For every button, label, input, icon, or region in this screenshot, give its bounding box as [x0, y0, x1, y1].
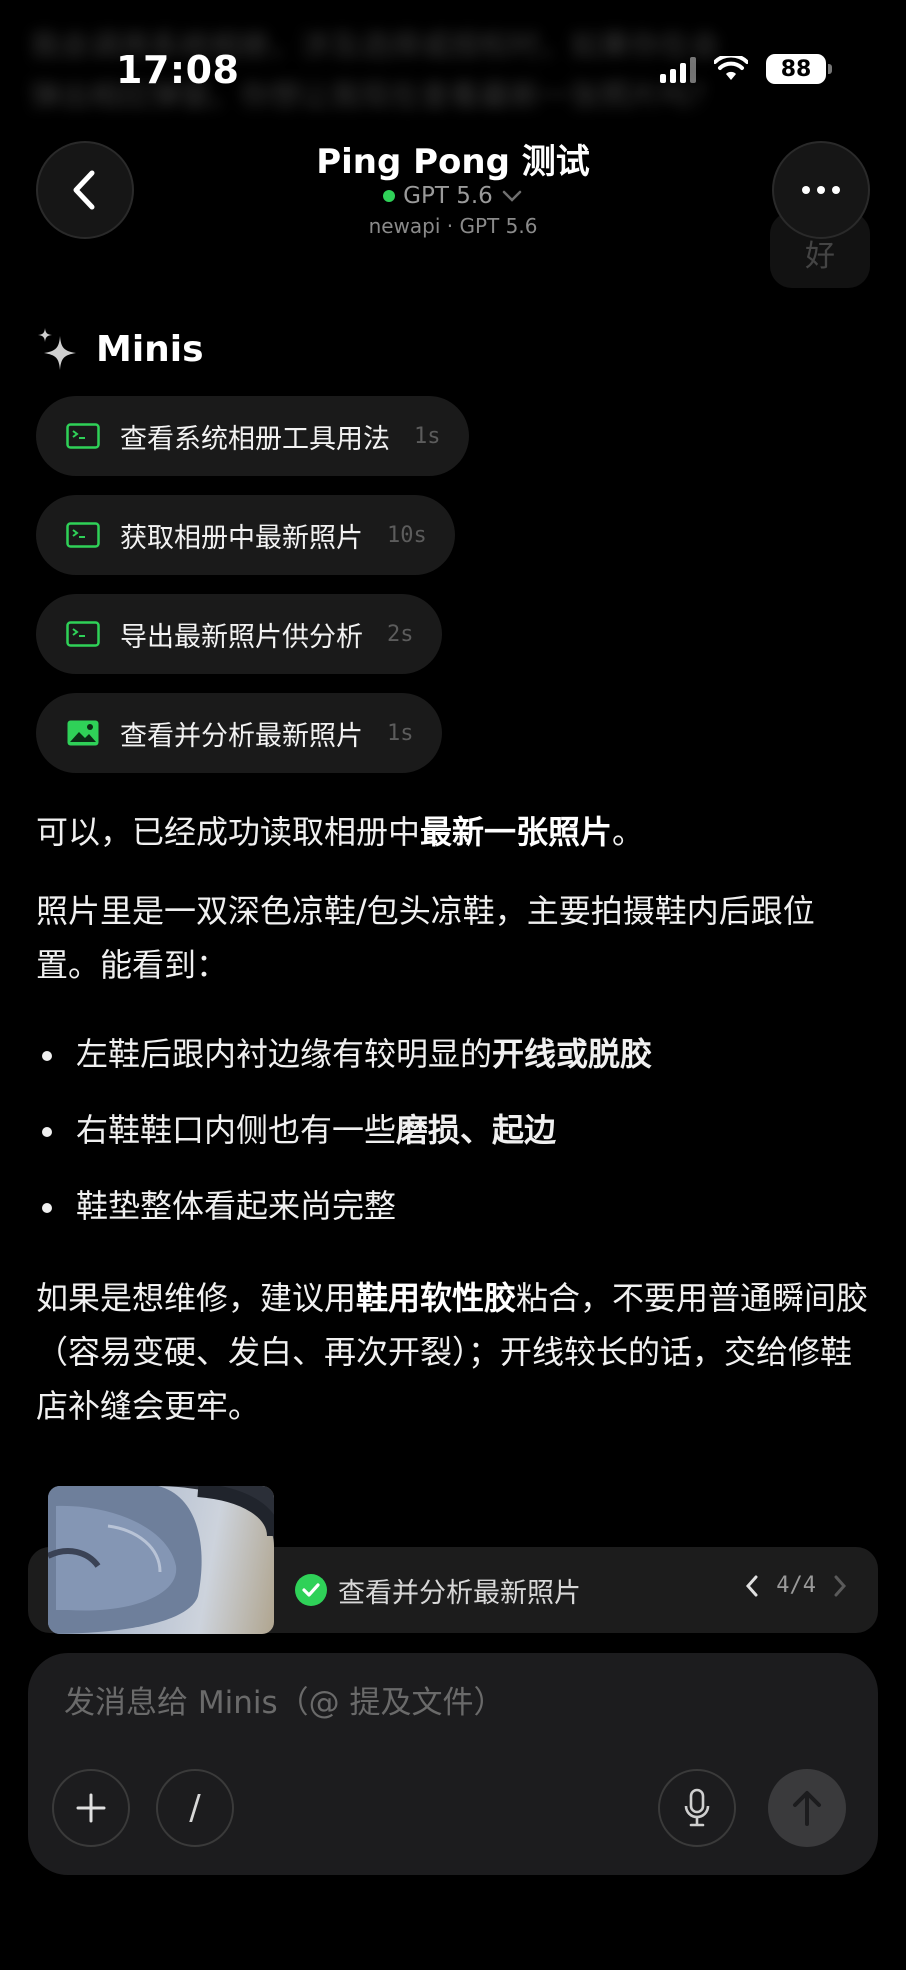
- tool-step-duration: 10s: [387, 522, 427, 548]
- list-item: 左鞋后跟内衬边缘有较明显的开线或脱胶: [36, 1027, 876, 1103]
- wifi-icon: [714, 56, 748, 80]
- model-name: GPT 5.6: [403, 183, 493, 209]
- text-span: 。: [612, 813, 645, 851]
- text-span: 可以，已经成功读取相册中: [36, 813, 421, 851]
- tool-step-label: 导出最新照片供分析: [120, 621, 363, 653]
- photo-thumbnail[interactable]: [48, 1486, 274, 1634]
- message-input[interactable]: [64, 1685, 824, 1721]
- chat-title: Ping Pong 测试: [316, 142, 590, 182]
- online-dot: [383, 190, 396, 202]
- terminal-icon: [66, 522, 100, 548]
- list-item: 鞋垫整体看起来尚完整: [36, 1179, 876, 1255]
- tool-step-duration: 1s: [414, 423, 441, 449]
- send-button[interactable]: [768, 1769, 846, 1847]
- battery-indicator: 88: [766, 54, 832, 84]
- bold-span: 开线或脱胶: [492, 1035, 653, 1073]
- ellipsis-icon: [802, 186, 840, 194]
- tool-step[interactable]: 获取相册中最新照片 10s: [36, 495, 455, 575]
- arrow-up-icon: [793, 1791, 821, 1826]
- chevron-right-icon[interactable]: [832, 1574, 848, 1598]
- terminal-icon: [66, 423, 100, 449]
- microphone-icon: [684, 1788, 710, 1827]
- text-span: 右鞋鞋口内侧也有一些: [76, 1111, 397, 1149]
- tool-step-label: 查看并分析最新照片: [120, 720, 363, 752]
- tool-step-label: 获取相册中最新照片: [120, 522, 363, 554]
- list-item: 右鞋鞋口内侧也有一些磨损、起边: [36, 1103, 876, 1179]
- check-circle-icon: [295, 1574, 327, 1606]
- status-time: 17:08: [116, 48, 240, 92]
- add-attachment-button[interactable]: [52, 1769, 130, 1847]
- status-bar: 17:08 88: [0, 0, 906, 140]
- message-composer: /: [28, 1653, 878, 1875]
- tool-step[interactable]: 查看并分析最新照片 1s: [36, 693, 442, 773]
- sparkle-icon: [38, 328, 76, 370]
- text-span: 鞋垫整体看起来尚完整: [76, 1187, 397, 1225]
- bold-span: 最新一张照片: [420, 813, 613, 851]
- text-span: 左鞋后跟内衬边缘有较明显的: [76, 1035, 493, 1073]
- task-pager: 4/4: [744, 1573, 848, 1598]
- text-span: 如果是想维修，建议用: [36, 1279, 357, 1317]
- slash-command-button[interactable]: /: [156, 1769, 234, 1847]
- tool-step-duration: 1s: [387, 720, 414, 746]
- status-icons: 88: [660, 54, 832, 84]
- tool-step[interactable]: 查看系统相册工具用法 1s: [36, 396, 469, 476]
- image-icon: [67, 720, 99, 746]
- response-paragraph: 可以，已经成功读取相册中最新一张照片。: [36, 805, 876, 859]
- model-selector[interactable]: GPT 5.6: [0, 183, 906, 209]
- bold-span: 鞋用软性胶: [356, 1279, 517, 1317]
- findings-list: 左鞋后跟内衬边缘有较明显的开线或脱胶 右鞋鞋口内侧也有一些磨损、起边 鞋垫整体看…: [36, 1027, 876, 1255]
- chevron-down-icon: [502, 190, 522, 202]
- cellular-signal-icon: [660, 55, 696, 83]
- assistant-header: Minis: [36, 326, 204, 372]
- voice-input-button[interactable]: [658, 1769, 736, 1847]
- task-count: 4/4: [776, 1573, 816, 1598]
- photo-content: [48, 1486, 274, 1634]
- terminal-icon: [66, 621, 100, 647]
- tool-step[interactable]: 导出最新照片供分析 2s: [36, 594, 442, 674]
- tool-step-label: 查看系统相册工具用法: [120, 423, 390, 455]
- task-status-label: 查看并分析最新照片: [338, 1578, 581, 1609]
- response-paragraph: 照片里是一双深色凉鞋/包头凉鞋，主要拍摄鞋内后跟位置。能看到：: [36, 892, 815, 984]
- response-paragraph: 如果是想维修，建议用鞋用软性胶粘合，不要用普通瞬间胶（容易变硬、发白、再次开裂）…: [36, 1271, 876, 1433]
- bold-span: 磨损、起边: [396, 1111, 557, 1149]
- plus-icon: [76, 1793, 106, 1823]
- chevron-left-icon[interactable]: [744, 1574, 760, 1598]
- more-options-button[interactable]: [772, 141, 870, 239]
- tool-step-duration: 2s: [387, 621, 414, 647]
- assistant-name: Minis: [96, 328, 204, 370]
